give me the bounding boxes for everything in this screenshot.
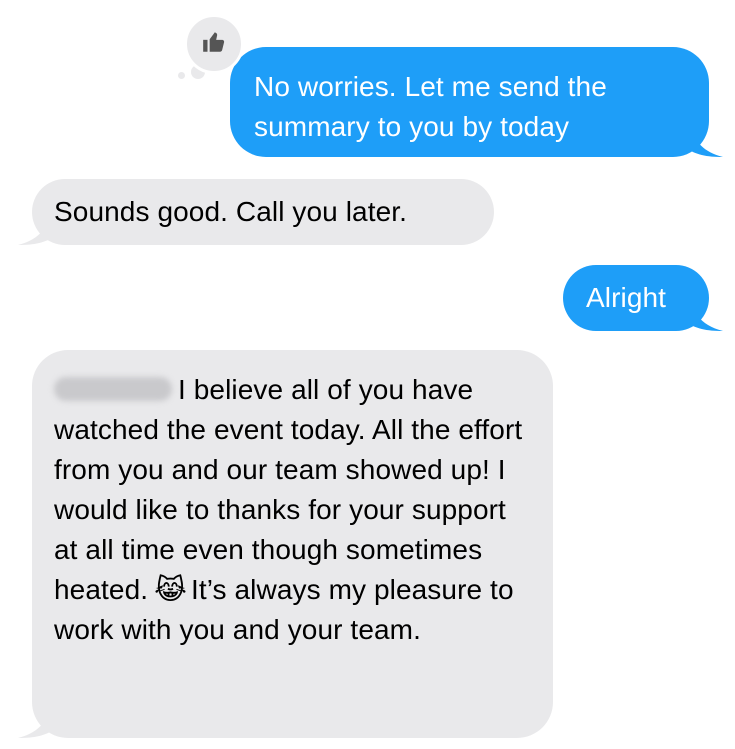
tapback-dot-small [178, 72, 185, 79]
redacted-name [54, 377, 172, 401]
thumbs-up-icon [201, 29, 227, 60]
message-text: Sounds good. Call you later. [54, 196, 408, 227]
tapback-reaction[interactable] [184, 14, 244, 74]
received-message-bubble[interactable]: I believe all of you have watched the ev… [18, 350, 553, 738]
bubble-tail [685, 117, 723, 157]
message-text-part1: I believe all of you have watched the ev… [54, 374, 523, 605]
message-text: No worries. Let me send the summary to y… [254, 71, 607, 142]
sent-message-bubble[interactable]: Alright [563, 265, 723, 331]
message-text: Alright [586, 282, 667, 313]
bubble-tail [18, 698, 56, 738]
bubble-tail [18, 205, 56, 245]
sent-message-bubble[interactable]: No worries. Let me send the summary to y… [230, 47, 723, 157]
message-text: I believe all of you have watched the ev… [54, 370, 537, 650]
cat-tears-of-joy-emoji: 😹 [154, 573, 187, 606]
received-message-bubble[interactable]: Sounds good. Call you later. [18, 179, 494, 245]
